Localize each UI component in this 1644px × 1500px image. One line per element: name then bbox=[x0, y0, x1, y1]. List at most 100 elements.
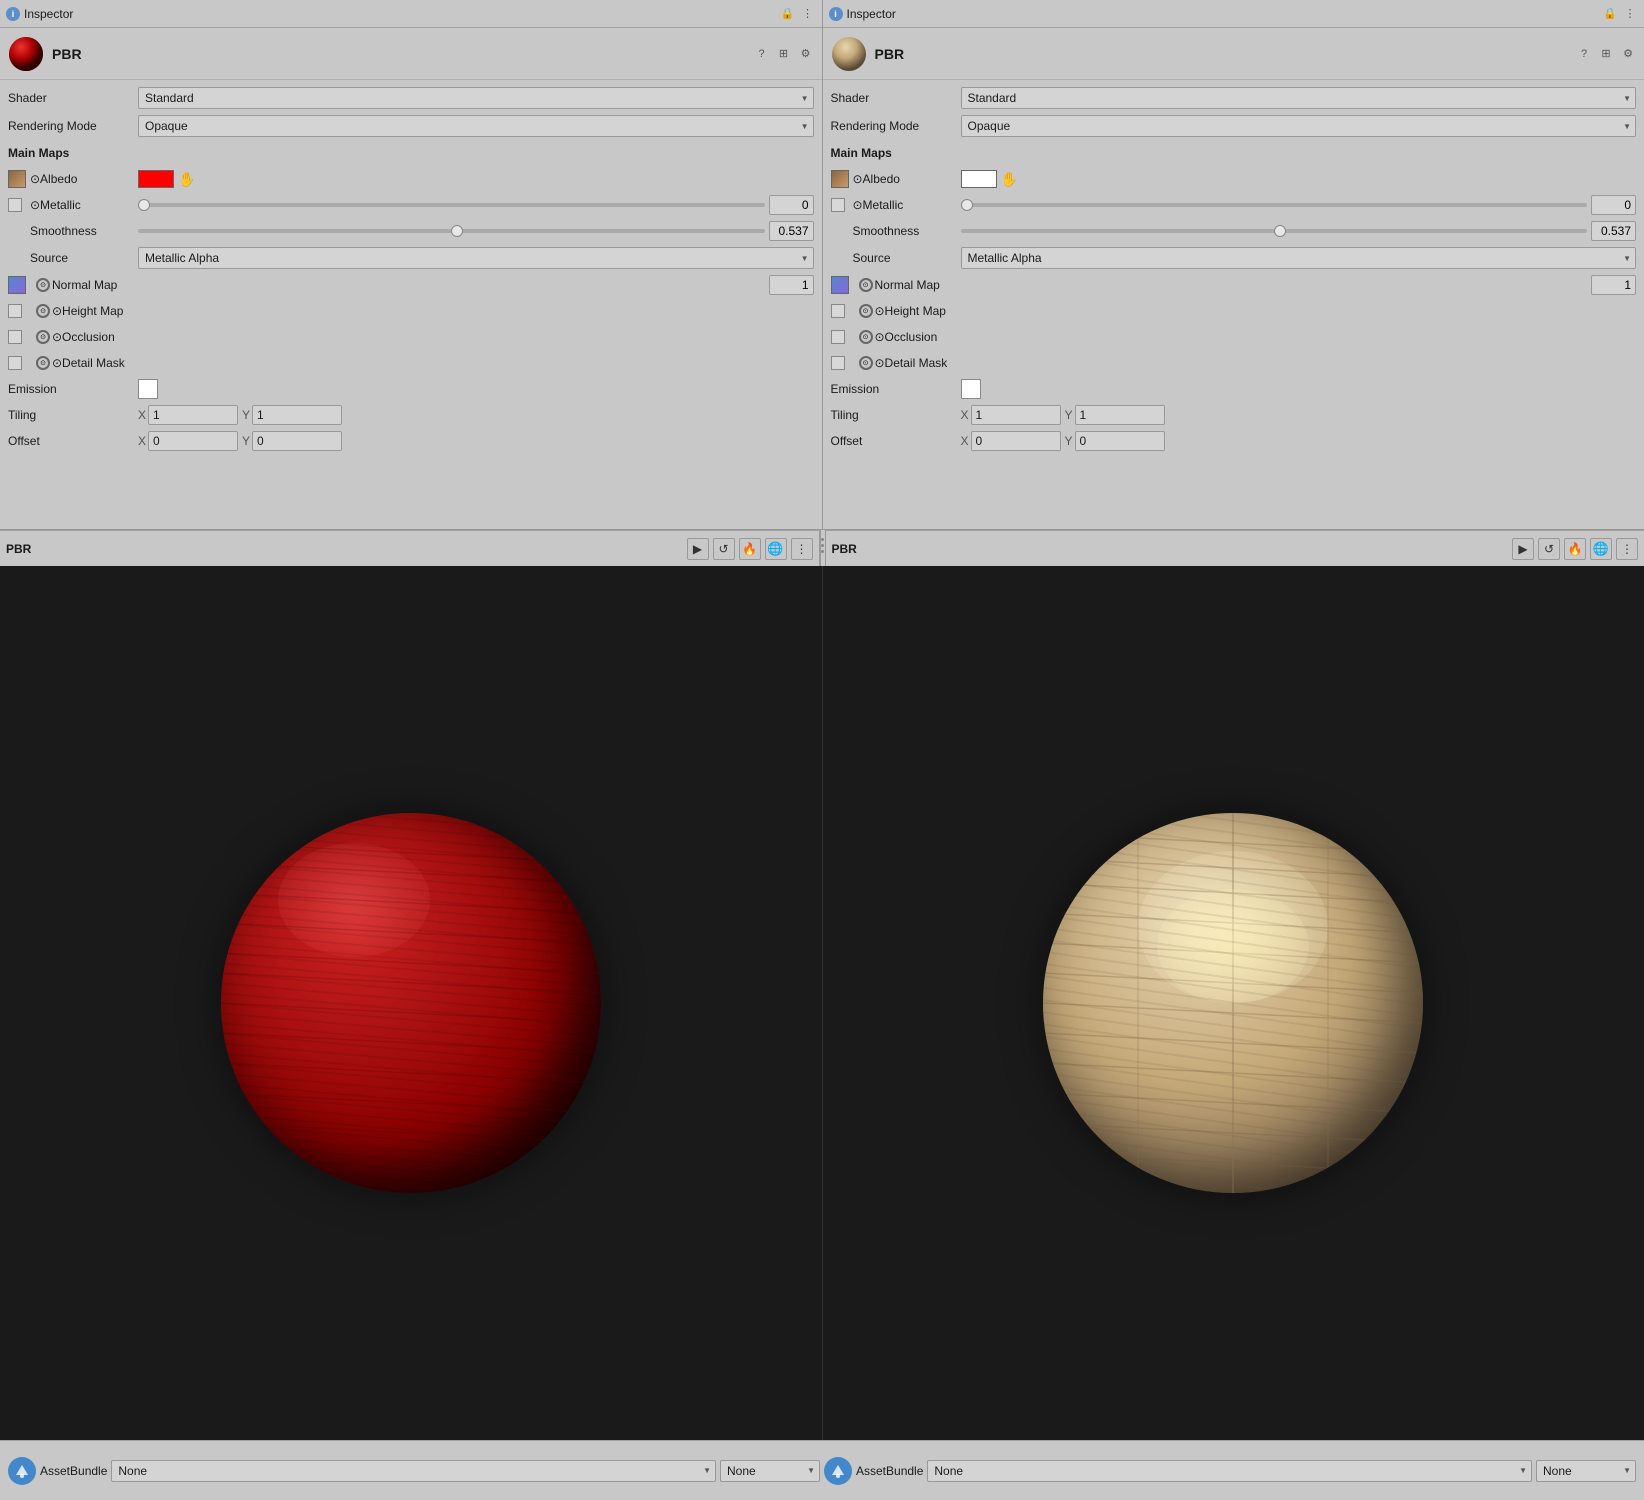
right-rendering-mode-dropdown[interactable]: Opaque bbox=[961, 115, 1637, 137]
left-normal-map-label: Normal Map bbox=[52, 278, 769, 292]
left-layout-icon[interactable]: ⊞ bbox=[776, 46, 792, 62]
right-emission-row: Emission bbox=[823, 376, 1644, 402]
right-menu-icon[interactable]: ⋮ bbox=[1622, 6, 1638, 22]
right-globe-button[interactable]: 🌐 bbox=[1590, 538, 1612, 560]
right-offset-y-input[interactable] bbox=[1075, 431, 1165, 451]
left-refresh-button[interactable]: ↺ bbox=[713, 538, 735, 560]
left-rendering-mode-dropdown[interactable]: Opaque bbox=[138, 115, 814, 137]
right-detail-mask-row: ⊙ ⊙Detail Mask bbox=[823, 350, 1644, 376]
right-help-icon[interactable]: ? bbox=[1576, 46, 1592, 62]
left-help-icon[interactable]: ? bbox=[754, 46, 770, 62]
left-height-map-checkbox-area bbox=[8, 304, 36, 318]
right-bottom-blue-icon[interactable] bbox=[824, 1457, 852, 1485]
right-properties: Shader Standard Rendering Mode Opaque bbox=[823, 80, 1644, 529]
right-shader-dropdown[interactable]: Standard bbox=[961, 87, 1637, 109]
right-height-map-checkbox[interactable] bbox=[831, 304, 845, 318]
left-more-button[interactable]: ⋮ bbox=[791, 538, 813, 560]
left-material-header-icons: ? ⊞ ⚙ bbox=[754, 46, 814, 62]
right-assetbundle-dropdown2[interactable]: None bbox=[1536, 1460, 1636, 1482]
left-albedo-thumbnail[interactable] bbox=[8, 170, 26, 188]
right-rendering-mode-label: Rendering Mode bbox=[831, 119, 961, 133]
right-normal-map-value[interactable]: 1 bbox=[1591, 275, 1636, 295]
right-toolbar-label: PBR bbox=[832, 542, 1509, 556]
right-normal-map-circle-icon: ⊙ bbox=[859, 278, 873, 292]
left-smoothness-value[interactable]: 0.537 bbox=[769, 221, 814, 241]
left-smoothness-slider[interactable] bbox=[138, 229, 765, 233]
panel-divider[interactable] bbox=[820, 530, 826, 566]
left-offset-y-input[interactable] bbox=[252, 431, 342, 451]
right-normal-map-thumbnail[interactable] bbox=[831, 276, 849, 294]
left-assetbundle-dropdown1[interactable]: None bbox=[111, 1460, 716, 1482]
right-offset-row: Offset X Y bbox=[823, 428, 1644, 454]
left-albedo-color-swatch[interactable] bbox=[138, 170, 174, 188]
right-albedo-color-swatch[interactable] bbox=[961, 170, 997, 188]
left-play-button[interactable]: ▶ bbox=[687, 538, 709, 560]
left-tiling-row: Tiling X Y bbox=[0, 402, 822, 428]
right-more-button[interactable]: ⋮ bbox=[1616, 538, 1638, 560]
left-emission-row: Emission bbox=[0, 376, 822, 402]
left-occlusion-circle-icon: ⊙ bbox=[36, 330, 50, 344]
left-gear-icon[interactable]: ⚙ bbox=[798, 46, 814, 62]
right-eyedropper-icon[interactable]: ✋ bbox=[1001, 171, 1018, 188]
right-tiling-y-field: Y bbox=[1065, 405, 1165, 425]
right-tiling-y-input[interactable] bbox=[1075, 405, 1165, 425]
left-metallic-value[interactable]: 0 bbox=[769, 195, 814, 215]
right-tiling-inputs: X Y bbox=[961, 405, 1637, 425]
right-rendering-mode-value: Opaque bbox=[961, 115, 1637, 137]
left-offset-y-field: Y bbox=[242, 431, 342, 451]
left-eyedropper-icon[interactable]: ✋ bbox=[178, 171, 195, 188]
left-tiling-y-input[interactable] bbox=[252, 405, 342, 425]
left-tiling-y-axis: Y bbox=[242, 408, 250, 422]
right-metallic-value[interactable]: 0 bbox=[1591, 195, 1636, 215]
toolbar-area: PBR ▶ ↺ 🔥 🌐 ⋮ PBR ▶ ↺ 🔥 🌐 ⋮ bbox=[0, 530, 1644, 566]
right-lock-icon[interactable]: 🔒 bbox=[1602, 6, 1618, 22]
left-flame-button[interactable]: 🔥 bbox=[739, 538, 761, 560]
right-emission-swatch[interactable] bbox=[961, 379, 981, 399]
right-assetbundle-label: AssetBundle bbox=[856, 1464, 923, 1478]
right-material-header: PBR ? ⊞ ⚙ bbox=[823, 28, 1644, 80]
right-metallic-checkbox[interactable] bbox=[831, 198, 845, 212]
left-emission-swatch[interactable] bbox=[138, 379, 158, 399]
left-source-dropdown[interactable]: Metallic Alpha bbox=[138, 247, 814, 269]
right-flame-button[interactable]: 🔥 bbox=[1564, 538, 1586, 560]
right-layout-icon[interactable]: ⊞ bbox=[1598, 46, 1614, 62]
right-albedo-thumbnail[interactable] bbox=[831, 170, 849, 188]
right-emission-label: Emission bbox=[831, 382, 961, 396]
left-normal-map-thumbnail[interactable] bbox=[8, 276, 26, 294]
left-height-map-checkbox[interactable] bbox=[8, 304, 22, 318]
left-occlusion-checkbox[interactable] bbox=[8, 330, 22, 344]
right-preview-panel bbox=[823, 566, 1644, 1440]
right-occlusion-checkbox[interactable] bbox=[831, 330, 845, 344]
right-occlusion-row: ⊙ ⊙Occlusion bbox=[823, 324, 1644, 350]
right-refresh-button[interactable]: ↺ bbox=[1538, 538, 1560, 560]
right-smoothness-slider[interactable] bbox=[961, 229, 1588, 233]
right-offset-x-input[interactable] bbox=[971, 431, 1061, 451]
right-offset-y-field: Y bbox=[1065, 431, 1165, 451]
right-tiling-x-input[interactable] bbox=[971, 405, 1061, 425]
left-metallic-checkbox[interactable] bbox=[8, 198, 22, 212]
left-detail-mask-row: ⊙ ⊙Detail Mask bbox=[0, 350, 822, 376]
right-source-dropdown[interactable]: Metallic Alpha bbox=[961, 247, 1637, 269]
right-metallic-slider[interactable] bbox=[961, 203, 1588, 207]
left-menu-icon[interactable]: ⋮ bbox=[800, 6, 816, 22]
left-bottom-blue-icon[interactable] bbox=[8, 1457, 36, 1485]
right-play-button[interactable]: ▶ bbox=[1512, 538, 1534, 560]
left-smoothness-slider-container: 0.537 bbox=[138, 221, 814, 241]
left-assetbundle-dropdown2[interactable]: None bbox=[720, 1460, 820, 1482]
left-metallic-slider[interactable] bbox=[138, 203, 765, 207]
left-offset-x-input[interactable] bbox=[148, 431, 238, 451]
right-offset-inputs: X Y bbox=[961, 431, 1637, 451]
left-shader-dropdown[interactable]: Standard bbox=[138, 87, 814, 109]
left-normal-map-value[interactable]: 1 bbox=[769, 275, 814, 295]
left-lock-icon[interactable]: 🔒 bbox=[780, 6, 796, 22]
right-smoothness-value[interactable]: 0.537 bbox=[1591, 221, 1636, 241]
left-tiling-x-input[interactable] bbox=[148, 405, 238, 425]
right-detail-mask-checkbox[interactable] bbox=[831, 356, 845, 370]
right-assetbundle-dropdown1[interactable]: None bbox=[927, 1460, 1532, 1482]
left-tiling-inputs: X Y bbox=[138, 405, 814, 425]
left-globe-button[interactable]: 🌐 bbox=[765, 538, 787, 560]
left-shader-value: Standard bbox=[138, 87, 814, 109]
right-gear-icon[interactable]: ⚙ bbox=[1620, 46, 1636, 62]
left-detail-mask-checkbox[interactable] bbox=[8, 356, 22, 370]
right-shader-value: Standard bbox=[961, 87, 1637, 109]
